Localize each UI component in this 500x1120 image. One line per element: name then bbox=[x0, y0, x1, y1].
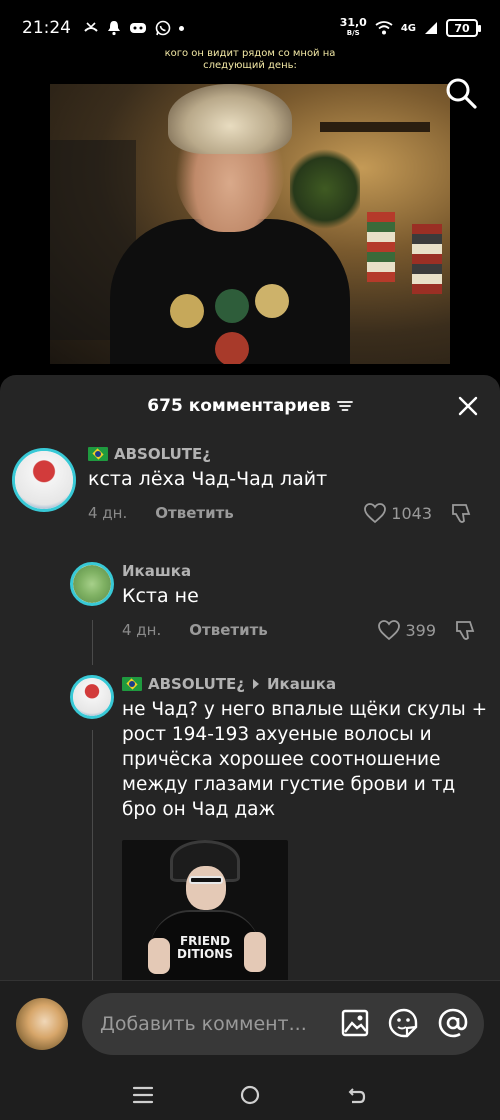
battery-icon: 70 bbox=[446, 19, 481, 37]
dislike-icon[interactable] bbox=[454, 619, 478, 641]
battery-level: 70 bbox=[454, 21, 470, 35]
heart-icon bbox=[378, 620, 401, 641]
comment-text: кста лёха Чад-Чад лайт bbox=[88, 468, 328, 490]
discord-icon bbox=[130, 23, 146, 33]
brazil-flag-icon bbox=[122, 677, 142, 691]
back-icon[interactable] bbox=[346, 1084, 368, 1106]
menu-icon[interactable] bbox=[132, 1085, 154, 1105]
heart-icon bbox=[364, 503, 387, 524]
input-icons bbox=[340, 1008, 468, 1038]
system-navbar bbox=[0, 1070, 500, 1120]
whatsapp-icon bbox=[155, 20, 171, 36]
avatar[interactable] bbox=[12, 448, 76, 512]
avatar[interactable] bbox=[70, 675, 114, 719]
comment-text: не Чад? у него впалые щёки скулы + рост … bbox=[122, 699, 488, 820]
search-icon[interactable] bbox=[444, 76, 478, 110]
comment-username[interactable]: Икашка bbox=[122, 562, 492, 580]
christmas-sock bbox=[412, 224, 442, 294]
close-icon[interactable] bbox=[456, 394, 480, 418]
comment-text: Кста не bbox=[122, 585, 199, 607]
image-icon[interactable] bbox=[340, 1008, 370, 1038]
comment-time: 4 дн. bbox=[122, 621, 162, 639]
comment-username[interactable]: ABSOLUTE¿ bbox=[88, 445, 488, 463]
reply-button[interactable]: Ответить bbox=[155, 504, 234, 522]
plant bbox=[290, 144, 360, 234]
shirt-text-line2: DITIONS bbox=[177, 947, 233, 961]
like-button[interactable]: 1043 bbox=[363, 502, 432, 524]
my-avatar[interactable] bbox=[16, 998, 68, 1050]
reply-arrow-icon bbox=[252, 679, 259, 689]
filter-icon[interactable] bbox=[336, 399, 353, 413]
status-right: 31,0 B/S 4G 70 bbox=[339, 16, 481, 38]
image-shirt-text: FRIEND DITIONS bbox=[170, 935, 240, 961]
comment-attached-image[interactable]: FRIEND DITIONS bbox=[122, 840, 288, 1000]
username-text: ABSOLUTE¿ bbox=[114, 445, 211, 463]
like-button[interactable]: 399 bbox=[377, 619, 436, 641]
emoji-sticker-icon[interactable] bbox=[388, 1008, 420, 1038]
dislike-icon[interactable] bbox=[450, 502, 474, 524]
net-speed: 31,0 B/S bbox=[339, 16, 367, 38]
video-caption: кого он видит рядом со мной на следующий… bbox=[0, 48, 500, 72]
comment-input-placeholder: Добавить коммент... bbox=[100, 1013, 307, 1035]
username-text: ABSOLUTE¿ bbox=[148, 675, 245, 693]
shirt-badge bbox=[215, 289, 249, 323]
shirt-badge bbox=[255, 284, 289, 318]
image-hand-right bbox=[244, 932, 266, 972]
net-speed-value: 31,0 bbox=[339, 16, 367, 29]
home-icon[interactable] bbox=[239, 1084, 261, 1106]
mention-icon[interactable] bbox=[438, 1008, 468, 1038]
video-player[interactable] bbox=[50, 84, 450, 364]
brazil-flag-icon bbox=[88, 447, 108, 461]
video-caption-line1: кого он видит рядом со мной на bbox=[164, 48, 336, 59]
person-hair bbox=[168, 84, 292, 154]
like-count: 399 bbox=[405, 620, 436, 640]
comment-meta: 4 дн. Ответить 399 bbox=[122, 619, 492, 641]
dot-icon bbox=[179, 25, 184, 31]
comments-count-title: 675 комментариев bbox=[147, 396, 331, 416]
wifi-icon bbox=[375, 21, 393, 35]
signal-icon bbox=[425, 22, 437, 34]
thread-line bbox=[92, 620, 93, 665]
video-caption-line2: следующий день: bbox=[203, 60, 297, 71]
sunglasses-icon bbox=[189, 876, 223, 884]
reply-to-username[interactable]: Икашка bbox=[267, 675, 336, 693]
comment-input[interactable]: Добавить коммент... bbox=[82, 993, 484, 1055]
christmas-sock bbox=[367, 212, 395, 282]
network-type: 4G bbox=[400, 22, 416, 34]
comment-time: 4 дн. bbox=[88, 504, 128, 522]
avatar[interactable] bbox=[70, 562, 114, 606]
reply-button[interactable]: Ответить bbox=[189, 621, 268, 639]
shirt-badge bbox=[170, 294, 204, 328]
clock: 21:24 bbox=[22, 18, 71, 38]
username-text: Икашка bbox=[122, 562, 192, 580]
notification-icons bbox=[83, 20, 184, 36]
shelf bbox=[320, 122, 430, 132]
comment-input-bar: Добавить коммент... bbox=[0, 980, 500, 1070]
comment-username[interactable]: ABSOLUTE¿ Икашка bbox=[122, 675, 492, 693]
image-face bbox=[186, 866, 226, 910]
comment-meta: 4 дн. Ответить 1043 bbox=[88, 502, 488, 524]
sheet-header: 675 комментариев bbox=[0, 375, 500, 437]
bell-icon bbox=[108, 21, 120, 36]
shirt-badge bbox=[215, 332, 249, 364]
net-speed-unit: B/S bbox=[346, 29, 360, 37]
image-hand-left bbox=[148, 938, 170, 974]
like-count: 1043 bbox=[391, 503, 432, 523]
missed-call-icon bbox=[84, 22, 98, 32]
